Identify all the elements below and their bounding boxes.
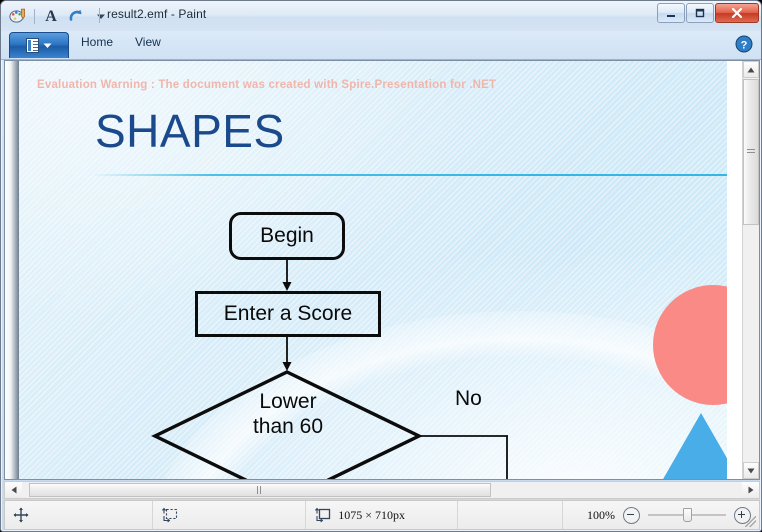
tab-home[interactable]: Home (81, 35, 113, 49)
paint-menu-button[interactable] (9, 32, 69, 58)
scroll-left-button[interactable] (5, 482, 22, 498)
text-tool-icon[interactable]: A (40, 5, 62, 27)
document-icon (26, 38, 39, 53)
paint-palette-glyph (9, 8, 25, 23)
svg-text:A: A (45, 8, 57, 25)
flowchart-node-decision-label-line2: than 60 (252, 415, 324, 438)
caret-down-icon (747, 468, 755, 473)
minimize-button[interactable] (657, 3, 685, 23)
image-size-value: 1075 × 710px (338, 507, 406, 522)
redo-icon[interactable] (65, 5, 87, 27)
close-icon (731, 7, 743, 19)
caret-right-icon (748, 486, 753, 494)
zoom-slider[interactable] (648, 508, 726, 522)
status-image-size: 1075 × 710px (306, 501, 458, 529)
selection-size-icon (161, 507, 177, 523)
quick-access-toolbar: A (7, 3, 112, 29)
zoom-slider-thumb[interactable] (683, 508, 692, 522)
title-separator (99, 8, 100, 23)
slide-image: Evaluation Warning : The document was cr… (19, 61, 727, 479)
status-blank-cell (458, 501, 563, 529)
minimize-icon (667, 15, 675, 17)
horizontal-scrollbar-thumb[interactable] (29, 483, 491, 497)
flowchart-edge-label-no: No (455, 387, 482, 410)
maximize-icon (695, 8, 705, 18)
redo-glyph (69, 9, 82, 21)
status-bar: 1075 × 710px 100% (4, 500, 760, 530)
chevron-down-glyph (97, 14, 105, 19)
flowchart-node-begin: Begin (229, 212, 345, 260)
ribbon-tab-strip: Home View ? (1, 31, 761, 60)
window-controls (657, 3, 759, 23)
scrollbar-grip-icon (257, 486, 263, 494)
svg-text:?: ? (741, 39, 748, 51)
window-resize-grip[interactable] (745, 516, 756, 527)
maximize-button[interactable] (686, 3, 714, 23)
flowchart-node-begin-label: Begin (260, 224, 314, 247)
zoom-level-value: 100% (587, 507, 615, 522)
flowchart-connectors (151, 260, 508, 479)
paint-window: A result2.emf - Paint Home View ? Evalua… (0, 0, 762, 532)
help-icon: ? (735, 35, 753, 53)
canvas-left-gutter (5, 61, 19, 479)
window-title: result2.emf - Paint (107, 7, 207, 21)
help-button[interactable]: ? (735, 35, 753, 53)
tab-view[interactable]: View (135, 35, 161, 49)
flowchart-node-decision-label-line1: Lower (259, 390, 317, 414)
paint-palette-icon[interactable] (7, 5, 29, 27)
scrollbar-grip-icon (747, 149, 755, 155)
status-selection-size (153, 501, 307, 529)
canvas-scroll-area[interactable]: Evaluation Warning : The document was cr… (19, 61, 727, 479)
vertical-scrollbar[interactable] (742, 61, 759, 479)
chevron-down-icon (43, 43, 52, 48)
qat-separator (34, 8, 35, 24)
image-size-icon (315, 507, 331, 523)
caret-up-icon (747, 67, 755, 72)
flowchart-node-decision: Lower than 60 (217, 379, 359, 451)
scroll-right-button[interactable] (742, 482, 759, 498)
caret-left-icon (11, 486, 16, 494)
close-button[interactable] (715, 3, 759, 23)
move-cursor-icon (13, 507, 29, 523)
vertical-scrollbar-thumb[interactable] (743, 79, 759, 225)
scroll-down-button[interactable] (743, 462, 759, 479)
text-tool-glyph: A (45, 8, 57, 25)
canvas-viewport: Evaluation Warning : The document was cr… (4, 60, 760, 480)
flowchart-node-enter-score: Enter a Score (195, 291, 381, 337)
zoom-out-button[interactable] (623, 506, 640, 524)
status-cursor-position (5, 501, 153, 529)
horizontal-scrollbar[interactable] (4, 481, 760, 499)
status-zoom-controls: 100% (563, 501, 759, 529)
flowchart-node-enter-score-label: Enter a Score (223, 302, 353, 325)
scroll-up-button[interactable] (743, 61, 759, 78)
title-bar: A result2.emf - Paint (1, 1, 761, 32)
